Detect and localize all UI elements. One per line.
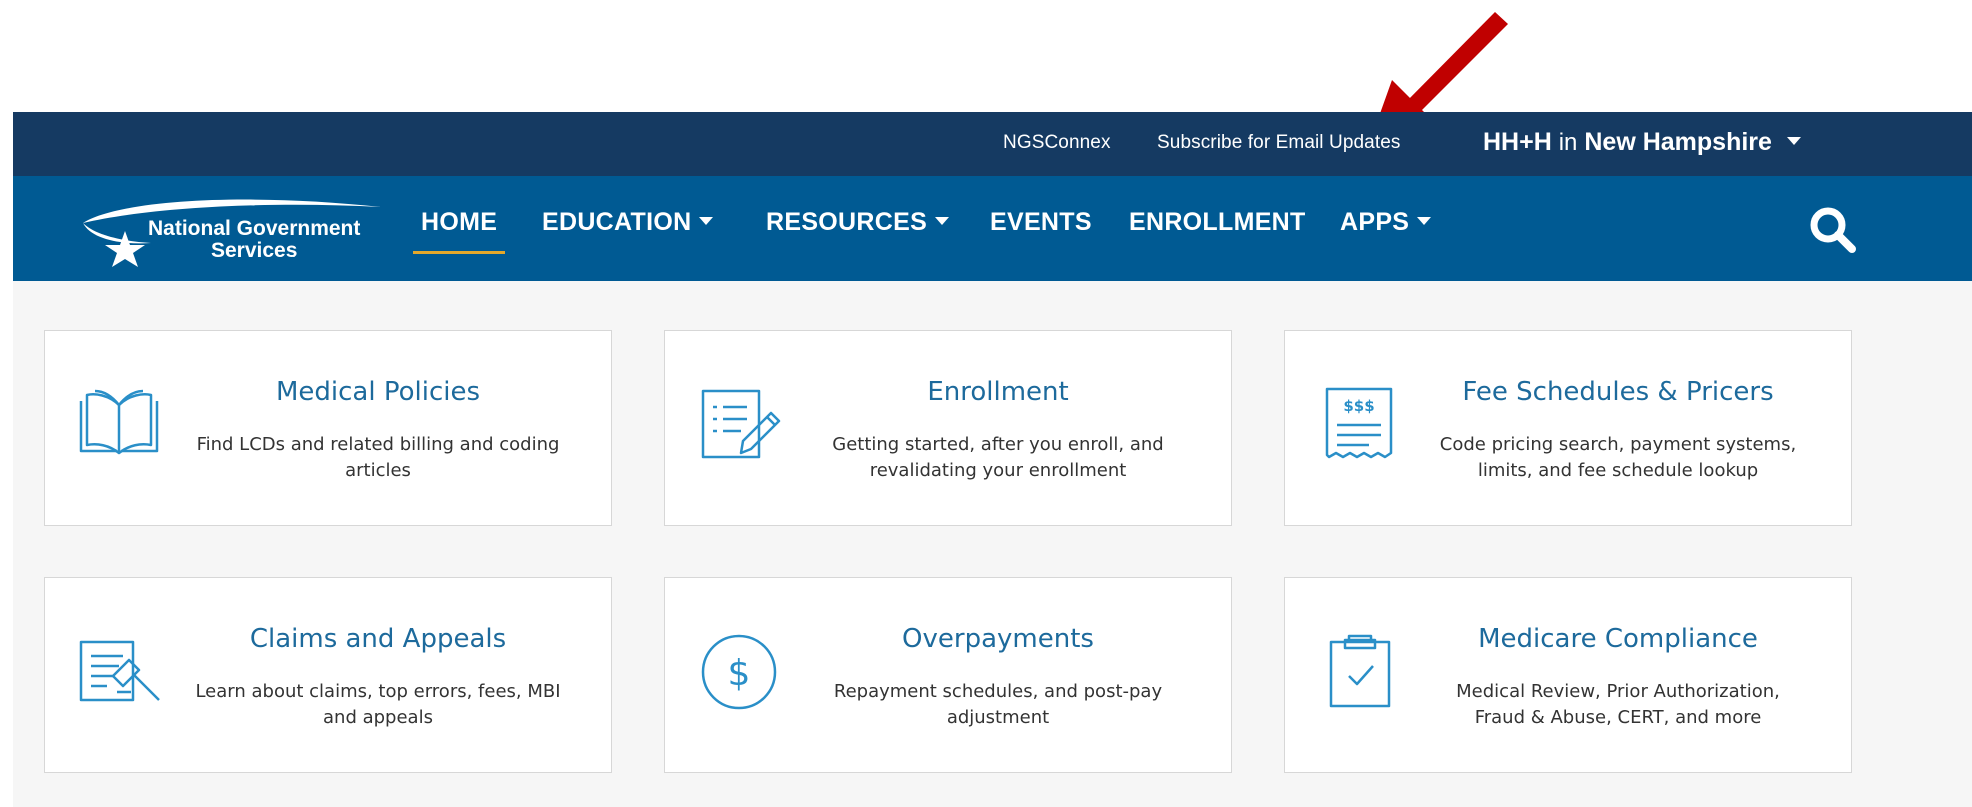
state-name: New Hampshire [1584,128,1772,156]
receipt-dollar-icon: $$$ [1325,387,1393,459]
nav-enrollment[interactable]: ENROLLMENT [1129,208,1306,237]
svg-text:$$$: $$$ [1343,397,1374,415]
chevron-down-icon [1786,137,1801,146]
document-pencil-icon [701,389,781,459]
card-title: Enrollment [927,377,1069,407]
card-fee-schedules-pricers[interactable]: $$$ Fee Schedules & Pricers Code pricing… [1284,330,1852,526]
ngs-logo[interactable]: National Government Services . [81,193,401,271]
chevron-down-icon [935,217,950,226]
card-description: Find LCDs and related billing and coding… [196,434,560,481]
line-state-selector[interactable]: HH+H in New Hampshire [1483,128,1801,157]
card-description: Code pricing search, payment systems, lim… [1439,434,1797,481]
card-title: Medicare Compliance [1478,624,1758,654]
nav-apps[interactable]: APPS [1340,208,1432,237]
document-gavel-icon [79,640,160,702]
card-description: Learn about claims, top errors, fees, MB… [195,681,561,728]
card-title: Fee Schedules & Pricers [1462,377,1774,407]
website-frame: NGSConnex Subscribe for Email Updates HH… [13,112,1972,807]
card-overpayments[interactable]: $ Overpayments Repayment schedules, and … [664,577,1232,773]
card-claims-appeals[interactable]: Claims and Appeals Learn about claims, t… [44,577,612,773]
utility-bar: NGSConnex Subscribe for Email Updates HH… [13,112,1972,176]
line-of-business: HH+H [1483,128,1552,156]
card-medical-policies[interactable]: Medical Policies Find LCDs and related b… [44,330,612,526]
star-icon [105,231,145,267]
chevron-down-icon [699,217,714,226]
main-navigation: National Government Services . HOME EDUC… [13,176,1972,281]
ngsconnex-link[interactable]: NGSConnex [1003,132,1111,154]
chevron-down-icon [1417,217,1432,226]
search-icon[interactable] [1807,204,1859,256]
svg-text:Services: Services [211,239,297,262]
subscribe-email-updates-link[interactable]: Subscribe for Email Updates [1157,132,1400,154]
card-description: Getting started, after you enroll, and re… [832,434,1164,481]
card-enrollment[interactable]: Enrollment Getting started, after you en… [664,330,1232,526]
state-in-text: in [1558,129,1578,156]
card-title: Claims and Appeals [249,624,507,654]
clipboard-check-icon [1329,634,1391,708]
card-title: Overpayments [902,624,1094,654]
open-book-icon [79,389,159,455]
nav-resources[interactable]: RESOURCES [766,208,950,237]
svg-text:$: $ [728,653,751,694]
dollar-circle-icon: $ [701,634,777,710]
card-medicare-compliance[interactable]: Medicare Compliance Medical Review, Prio… [1284,577,1852,773]
card-title: Medical Policies [275,377,481,407]
card-description: Repayment schedules, and post-pay adjustm… [833,681,1163,728]
card-description: Medical Review, Prior Authorization, Frau… [1456,681,1780,728]
svg-text:.: . [292,244,296,260]
svg-text:National Government: National Government [148,217,360,240]
nav-home[interactable]: HOME [412,208,506,254]
nav-education[interactable]: EDUCATION [542,208,714,237]
nav-events[interactable]: EVENTS [990,208,1092,237]
